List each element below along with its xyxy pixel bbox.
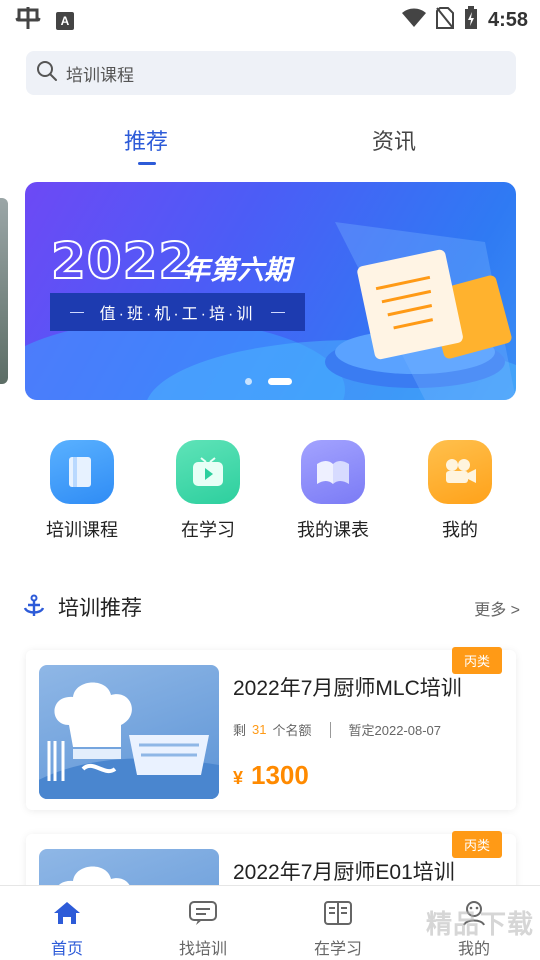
quick-menu-label: 我的课表 bbox=[297, 520, 369, 540]
course-card[interactable]: 丙类 2022年7月厨师MLC培训 剩 31 个名额 暂定2022-08-07 … bbox=[26, 647, 516, 810]
top-tabs: 推荐 资讯 bbox=[0, 120, 540, 170]
tab-news[interactable]: 资讯 bbox=[372, 124, 416, 156]
banner-subtitle: 值·班·机·工·培·训 bbox=[99, 306, 256, 323]
price-value: 1300 bbox=[251, 760, 309, 790]
remain-count: 31 bbox=[252, 722, 267, 737]
play-tv-icon bbox=[176, 440, 240, 504]
search-placeholder: 培训课程 bbox=[66, 65, 134, 85]
carousel-indicator bbox=[245, 378, 292, 385]
course-title: 2022年7月厨师MLC培训 bbox=[233, 677, 462, 700]
wifi-icon bbox=[401, 8, 426, 33]
tab-recommend[interactable]: 推荐 bbox=[124, 124, 168, 156]
course-category-badge: 丙类 bbox=[451, 647, 502, 674]
currency-symbol: ¥ bbox=[233, 768, 244, 788]
anchor-icon bbox=[22, 594, 46, 623]
banner-subtitle-bar: 值·班·机·工·培·训 bbox=[50, 293, 305, 331]
message-icon bbox=[188, 901, 218, 930]
clock: 4:58 bbox=[487, 9, 528, 31]
watermark: 精品下载 bbox=[425, 909, 534, 939]
battery-charging-icon bbox=[464, 6, 478, 35]
nav-label: 首页 bbox=[50, 941, 83, 958]
active-tab-indicator bbox=[138, 162, 156, 165]
carousel-dot[interactable] bbox=[245, 378, 252, 385]
quick-menu-studying[interactable]: 在学习 bbox=[158, 440, 258, 542]
quick-menu-schedule[interactable]: 我的课表 bbox=[283, 440, 383, 542]
nav-studying[interactable]: 在学习 bbox=[293, 900, 383, 959]
section-title: 培训推荐 bbox=[58, 597, 142, 620]
previous-banner-peek bbox=[0, 198, 8, 384]
nav-find-training[interactable]: 找培训 bbox=[158, 900, 248, 959]
quick-menu-label: 我的 bbox=[442, 520, 478, 540]
quick-menu-label: 培训课程 bbox=[46, 520, 118, 540]
remain-suffix: 个名额 bbox=[272, 723, 312, 738]
banner-year: 2022 bbox=[50, 231, 195, 291]
carousel-dot-active[interactable] bbox=[268, 378, 292, 385]
book-icon bbox=[50, 440, 114, 504]
nav-home[interactable]: 首页 bbox=[22, 900, 112, 959]
keyboard-a-icon: A bbox=[56, 11, 74, 30]
course-thumbnail bbox=[39, 665, 219, 799]
quick-menu-mine[interactable]: 我的 bbox=[410, 440, 510, 542]
banner-carousel[interactable]: 2022 年第六期 值·班·机·工·培·训 bbox=[25, 182, 516, 400]
remain-prefix: 剩 bbox=[233, 723, 247, 738]
quick-menu-label: 在学习 bbox=[181, 520, 235, 540]
home-icon bbox=[52, 902, 82, 930]
search-icon bbox=[36, 60, 58, 87]
book-list-icon bbox=[323, 901, 353, 930]
app-notification-icon bbox=[14, 6, 42, 35]
document-illustration-icon bbox=[325, 222, 516, 400]
course-title: 2022年7月厨师E01培训 bbox=[233, 861, 455, 884]
course-category-badge: 丙类 bbox=[451, 831, 502, 858]
course-meta: 剩 31 个名额 暂定2022-08-07 bbox=[233, 720, 441, 739]
nav-label: 找培训 bbox=[178, 941, 227, 958]
more-link[interactable]: 更多 > bbox=[474, 596, 520, 620]
section-header-recommend: 培训推荐 更多 > bbox=[22, 590, 520, 624]
quick-menu-courses[interactable]: 培训课程 bbox=[32, 440, 132, 542]
meta-divider bbox=[329, 721, 331, 738]
course-date: 暂定2022-08-07 bbox=[348, 723, 442, 738]
camera-icon bbox=[428, 440, 492, 504]
course-price: ¥1300 bbox=[233, 760, 309, 791]
status-bar: A 4:58 bbox=[0, 0, 540, 36]
search-input[interactable]: 培训课程 bbox=[26, 51, 516, 95]
no-sim-icon bbox=[435, 7, 454, 34]
banner-title: 年第六期 bbox=[183, 255, 291, 285]
nav-label: 在学习 bbox=[313, 941, 362, 958]
open-book-icon bbox=[301, 440, 365, 504]
